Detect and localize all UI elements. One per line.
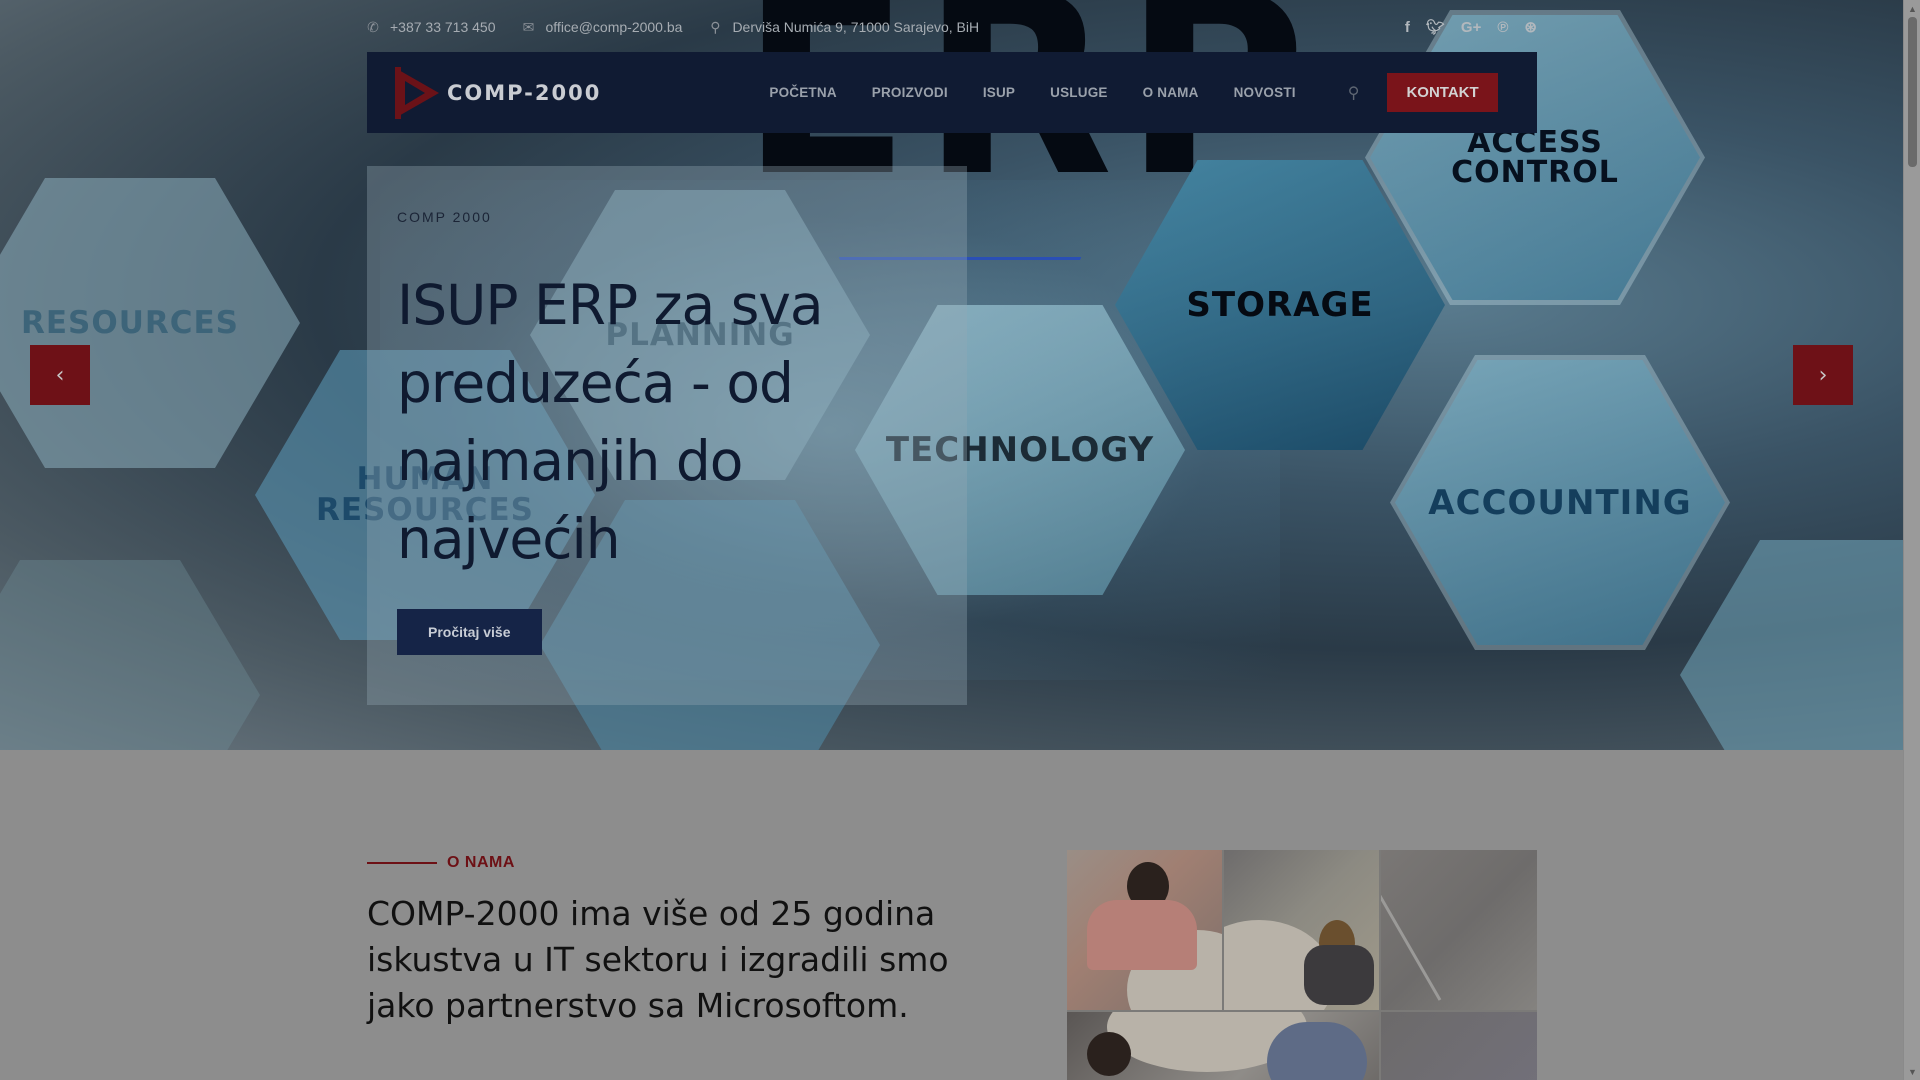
address-contact: ⚲ Derviša Numića 9, 71000 Sarajevo, BiH xyxy=(708,19,979,36)
slide-title: ISUP ERP za sva preduzeća - od najmanjih… xyxy=(397,273,824,571)
hex-decor-left xyxy=(0,560,260,750)
read-more-button[interactable]: Pročitaj više xyxy=(397,609,542,655)
nav-item-pocetna[interactable]: POČETNA xyxy=(769,85,836,100)
kontakt-button[interactable]: KONTAKT xyxy=(1387,73,1498,112)
nav-item-proizvodi[interactable]: PROIZVODI xyxy=(872,85,948,100)
about-title: COMP-2000 ima više od 25 godina iskustva… xyxy=(367,894,949,1025)
logo[interactable]: COMP-2000 xyxy=(391,65,601,121)
slide-eyebrow: COMP 2000 xyxy=(397,209,492,225)
search-icon[interactable]: ⚲ xyxy=(1348,83,1360,103)
hex-resources: RESOURCES xyxy=(0,178,300,468)
envelope-icon: ✉ xyxy=(522,18,535,35)
slider-next-button[interactable]: › xyxy=(1793,345,1853,405)
about-eyebrow: O NAMA xyxy=(367,854,515,872)
phone-icon: ✆ xyxy=(367,18,379,35)
twitter-icon[interactable]: 🐦︎ xyxy=(1426,18,1445,36)
team-meeting-photo xyxy=(1067,850,1537,1080)
nav-item-o-nama[interactable]: O NAMA xyxy=(1143,85,1199,100)
chevron-left-icon: ‹ xyxy=(55,362,65,388)
about-label: O NAMA xyxy=(447,854,515,871)
scroll-thumb[interactable] xyxy=(1908,17,1917,167)
google-plus-icon[interactable]: G+ xyxy=(1461,19,1481,36)
main-header: COMP-2000 POČETNA PROIZVODI ISUP USLUGE … xyxy=(367,52,1537,133)
nav-item-usluge[interactable]: USLUGE xyxy=(1050,85,1107,100)
social-links: f 🐦︎ G+ ℗ ⊛ xyxy=(1405,18,1537,37)
nav-item-isup[interactable]: ISUP xyxy=(983,85,1015,100)
phone-contact[interactable]: ✆ +387 33 713 450 xyxy=(366,18,496,36)
slide-caption-card: COMP 2000 ISUP ERP za sva preduzeća - od… xyxy=(367,166,967,705)
main-nav: POČETNA PROIZVODI ISUP USLUGE O NAMA NOV… xyxy=(769,85,1295,100)
top-info-bar: ✆ +387 33 713 450 ✉ office@comp-2000.ba … xyxy=(366,14,1537,40)
pinterest-icon[interactable]: ℗ xyxy=(1497,19,1508,36)
map-marker-icon: ⚲ xyxy=(710,18,721,35)
facebook-icon[interactable]: f xyxy=(1405,19,1410,36)
street-address: Derviša Numića 9, 71000 Sarajevo, BiH xyxy=(732,19,980,35)
hex-accounting: ACCOUNTING xyxy=(1395,360,1725,645)
dribbble-icon[interactable]: ⊛ xyxy=(1524,18,1537,36)
nav-item-novosti[interactable]: NOVOSTI xyxy=(1234,85,1296,100)
scroll-up-arrow-icon[interactable]: ▲ xyxy=(1904,0,1920,17)
hex-decor-right xyxy=(1680,540,1903,750)
slider-prev-button[interactable]: ‹ xyxy=(30,345,90,405)
email-address[interactable]: office@comp-2000.ba xyxy=(546,19,683,35)
email-contact[interactable]: ✉ office@comp-2000.ba xyxy=(522,19,683,36)
chevron-right-icon: › xyxy=(1818,362,1828,388)
scroll-down-arrow-icon[interactable]: ▼ xyxy=(1904,1063,1920,1080)
divider-line xyxy=(367,862,437,864)
about-section: O NAMA COMP-2000 ima više od 25 godina i… xyxy=(0,750,1903,1080)
logo-text: COMP-2000 xyxy=(447,80,602,105)
page-scrollbar[interactable]: ▲ ▼ xyxy=(1903,0,1920,1080)
phone-number[interactable]: +387 33 713 450 xyxy=(390,19,496,35)
play-logo-icon xyxy=(395,66,439,119)
